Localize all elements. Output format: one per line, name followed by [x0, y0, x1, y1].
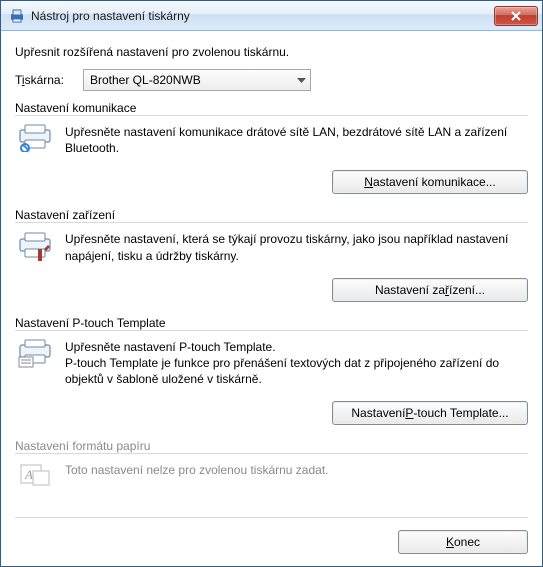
group-device-desc: Upřesněte nastavení, která se týkají pro… [65, 231, 528, 263]
group-communication-desc: Upřesněte nastavení komunikace drátové s… [65, 124, 528, 156]
group-communication-legend: Nastavení komunikace [15, 101, 142, 115]
app-icon [9, 8, 25, 24]
chevron-down-icon [297, 73, 306, 87]
group-device-legend: Nastavení zařízení [15, 208, 121, 222]
printer-network-icon [17, 124, 53, 152]
printer-template-icon [17, 339, 53, 369]
group-communication: Nastavení komunikace Upřesněte nastavení… [15, 103, 528, 194]
titlebar: Nástroj pro nastavení tiskárny [1, 1, 542, 31]
group-paper: Nastavení formátu papíru A Toto nastaven… [15, 441, 528, 488]
communication-settings-button[interactable]: Nastavení komunikace... [332, 170, 528, 194]
paper-format-icon: A [19, 462, 51, 488]
svg-text:A: A [24, 467, 33, 482]
page-subtitle: Upřesnit rozšířená nastavení pro zvoleno… [15, 45, 528, 59]
printer-tools-icon [18, 231, 52, 263]
device-settings-button[interactable]: Nastavení zařízení... [332, 278, 528, 302]
close-button[interactable] [494, 6, 538, 26]
close-icon [510, 11, 522, 21]
close-footer-button[interactable]: Konec [398, 530, 528, 554]
group-paper-desc: Toto nastavení nelze pro zvolenou tiskár… [65, 462, 528, 488]
template-settings-button[interactable]: Nastavení P-touch Template... [332, 401, 528, 425]
group-template-desc: Upřesněte nastavení P-touch Template. P-… [65, 339, 528, 388]
group-template-legend: Nastavení P-touch Template [15, 316, 172, 330]
group-device: Nastavení zařízení Upřesněte nastavení, … [15, 210, 528, 301]
printer-label: Tiskárna: [15, 73, 73, 87]
printer-selected-value: Brother QL-820NWB [90, 73, 201, 87]
printer-select[interactable]: Brother QL-820NWB [83, 69, 311, 91]
group-template: Nastavení P-touch Template Upřesněte nas… [15, 318, 528, 426]
group-paper-legend: Nastavení formátu papíru [15, 439, 156, 453]
window-title: Nástroj pro nastavení tiskárny [31, 9, 494, 23]
